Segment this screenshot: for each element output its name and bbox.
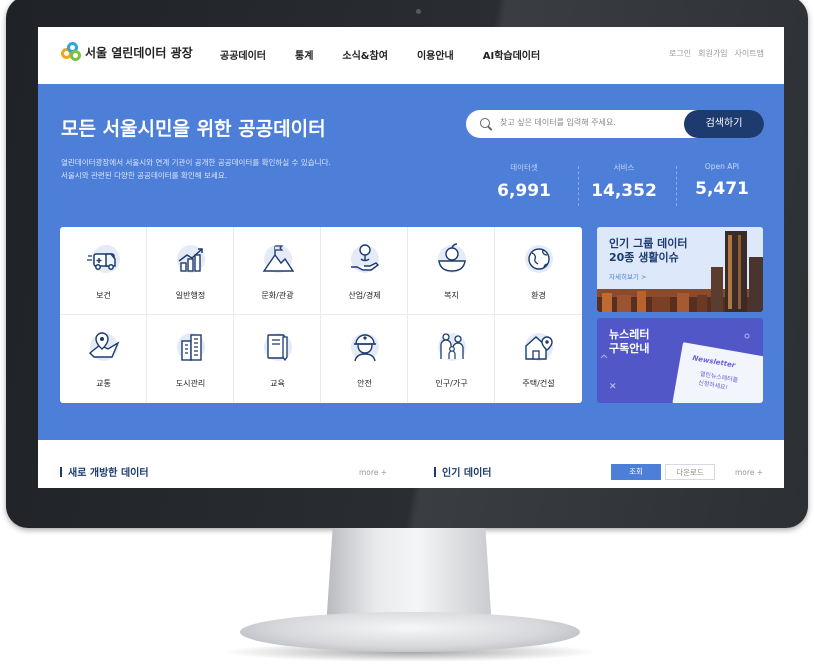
category-housing[interactable]: 주택/건설 bbox=[495, 315, 582, 403]
growth-chart-icon bbox=[177, 245, 205, 273]
stat-openapi: Open API 5,471 bbox=[676, 162, 768, 199]
category-label: 교통 bbox=[96, 379, 111, 388]
book-pencil-icon bbox=[264, 333, 292, 362]
logo-icon bbox=[61, 42, 81, 62]
newsletter-card-title: Newsletter bbox=[691, 354, 736, 370]
screen: 서울 열린데이터 광장 공공데이터 통계 소식&참여 이용안내 AI학습데이터 … bbox=[38, 27, 784, 488]
category-welfare[interactable]: 복지 bbox=[408, 227, 495, 315]
category-label: 문화/관광 bbox=[261, 291, 294, 300]
category-label: 보건 bbox=[96, 291, 111, 300]
house-location-icon bbox=[525, 333, 553, 361]
category-grid: 보건 일반행정 문화/관광 산업/경제 복지 환경 교통 도시관리 교육 안전 … bbox=[60, 227, 582, 403]
popular-data-title: 인기 데이터 bbox=[434, 464, 491, 479]
banner-title: 뉴스레터 구독안내 bbox=[609, 328, 649, 356]
menu-ai-data[interactable]: AI학습데이터 bbox=[483, 47, 540, 62]
stat-value: 5,471 bbox=[695, 179, 749, 199]
category-label: 도시관리 bbox=[175, 379, 206, 388]
category-label: 환경 bbox=[531, 291, 546, 300]
sitemap-link[interactable]: 사이트맵 bbox=[735, 48, 764, 59]
category-label: 인구/가구 bbox=[435, 379, 468, 388]
stat-label: 데이터셋 bbox=[510, 163, 538, 172]
popular-data-more-link[interactable]: more + bbox=[735, 468, 763, 477]
banner-title: 인기 그룹 데이터 20종 생활이슈 bbox=[609, 237, 688, 265]
bottom-sections: 새로 개방한 데이터 more + 인기 데이터 조회 다운로드 more + bbox=[38, 440, 784, 488]
category-label: 안전 bbox=[357, 379, 372, 388]
stat-label: Open API bbox=[704, 162, 740, 171]
monitor-stand-base bbox=[240, 612, 580, 652]
family-icon bbox=[438, 333, 466, 361]
banner-detail-link[interactable]: 자세히보기 > bbox=[609, 271, 646, 281]
banner-title-line1: 뉴스레터 bbox=[609, 328, 650, 341]
tab-views[interactable]: 조회 bbox=[611, 464, 661, 480]
menu-public-data[interactable]: 공공데이터 bbox=[220, 47, 266, 62]
category-education[interactable]: 교육 bbox=[234, 315, 321, 403]
category-transport[interactable]: 교통 bbox=[60, 315, 147, 403]
stat-value: 14,352 bbox=[591, 181, 657, 201]
newsletter-banner[interactable]: 뉴스레터 구독안내 Newsletter 열린뉴스레터를 신청하세요! ✕ bbox=[597, 318, 763, 403]
coin-hand-icon bbox=[351, 244, 380, 273]
stat-dataset: 데이터셋 6,991 bbox=[478, 162, 570, 201]
newsletter-card-subtitle: 열린뉴스레터를 신청하세요! bbox=[697, 370, 739, 394]
stat-label: 서비스 bbox=[613, 163, 635, 172]
hero-section: 모든 서울시민을 위한 공공데이터 열린데이터광장에서 서울시와 연계 기관이 … bbox=[38, 84, 784, 440]
map-pin-icon bbox=[88, 332, 120, 361]
category-administration[interactable]: 일반행정 bbox=[147, 227, 234, 315]
menu-news-participation[interactable]: 소식&참여 bbox=[342, 47, 388, 62]
new-data-title: 새로 개방한 데이터 bbox=[60, 464, 149, 479]
category-label: 복지 bbox=[444, 291, 459, 300]
apple-bowl-icon bbox=[438, 243, 466, 273]
new-data-more-link[interactable]: more + bbox=[359, 468, 387, 477]
category-label: 주택/건설 bbox=[522, 379, 555, 388]
main-menu: 공공데이터 통계 소식&참여 이용안내 AI학습데이터 bbox=[220, 47, 569, 62]
signup-link[interactable]: 회원가입 bbox=[698, 48, 727, 59]
camera-dot bbox=[416, 9, 421, 14]
search-button[interactable]: 검색하기 bbox=[684, 110, 764, 138]
banner-title-line2: 20종 생활이슈 bbox=[609, 251, 679, 264]
stat-service: 서비스 14,352 bbox=[578, 162, 670, 201]
category-population[interactable]: 인구/가구 bbox=[408, 315, 495, 403]
popular-group-banner[interactable]: 인기 그룹 데이터 20종 생활이슈 자세히보기 > bbox=[597, 227, 763, 312]
category-label: 산업/경제 bbox=[348, 291, 381, 300]
banner-title-line1: 인기 그룹 데이터 bbox=[609, 237, 688, 250]
search-bar: 검색하기 bbox=[466, 110, 764, 138]
tab-downloads[interactable]: 다운로드 bbox=[665, 464, 715, 480]
category-safety[interactable]: 안전 bbox=[321, 315, 408, 403]
helmet-worker-icon bbox=[351, 333, 379, 362]
earth-icon bbox=[525, 245, 553, 273]
utility-links: 로그인 회원가입 사이트맵 bbox=[662, 48, 764, 59]
banner-title-line2: 구독안내 bbox=[609, 342, 650, 355]
logo-text: 서울 열린데이터 광장 bbox=[85, 45, 193, 60]
buildings-icon bbox=[177, 333, 205, 361]
category-label: 일반행정 bbox=[175, 291, 206, 300]
search-input[interactable] bbox=[498, 117, 662, 128]
stats-panel: 데이터셋 6,991 서비스 14,352 Open API 5,471 bbox=[478, 162, 768, 212]
hero-description-line2: 서울시와 관련된 다양한 공공데이터를 확인해 보세요. bbox=[61, 171, 228, 180]
category-health[interactable]: 보건 bbox=[60, 227, 147, 315]
hero-description-line1: 열린데이터광장에서 서울시와 연계 기관이 공개한 공공데이터를 확인하실 수 … bbox=[61, 158, 331, 167]
close-icon[interactable]: ✕ bbox=[609, 382, 617, 392]
menu-guide[interactable]: 이용안내 bbox=[417, 47, 454, 62]
search-icon bbox=[480, 118, 490, 128]
menu-statistics[interactable]: 통계 bbox=[295, 47, 313, 62]
category-urban-management[interactable]: 도시관리 bbox=[147, 315, 234, 403]
category-culture-tourism[interactable]: 문화/관광 bbox=[234, 227, 321, 315]
stat-value: 6,991 bbox=[497, 181, 551, 201]
category-environment[interactable]: 환경 bbox=[495, 227, 582, 315]
site-logo[interactable]: 서울 열린데이터 광장 bbox=[61, 42, 193, 62]
category-industry-economy[interactable]: 산업/경제 bbox=[321, 227, 408, 315]
ambulance-icon bbox=[87, 245, 120, 273]
category-label: 교육 bbox=[270, 379, 285, 388]
top-navigation: 서울 열린데이터 광장 공공데이터 통계 소식&참여 이용안내 AI학습데이터 … bbox=[38, 27, 784, 84]
login-link[interactable]: 로그인 bbox=[669, 48, 691, 59]
hero-title: 모든 서울시민을 위한 공공데이터 bbox=[61, 118, 326, 140]
mountain-flag-icon bbox=[262, 245, 295, 273]
hero-description: 열린데이터광장에서 서울시와 연계 기관이 공개한 공공데이터를 확인하실 수 … bbox=[61, 156, 331, 182]
